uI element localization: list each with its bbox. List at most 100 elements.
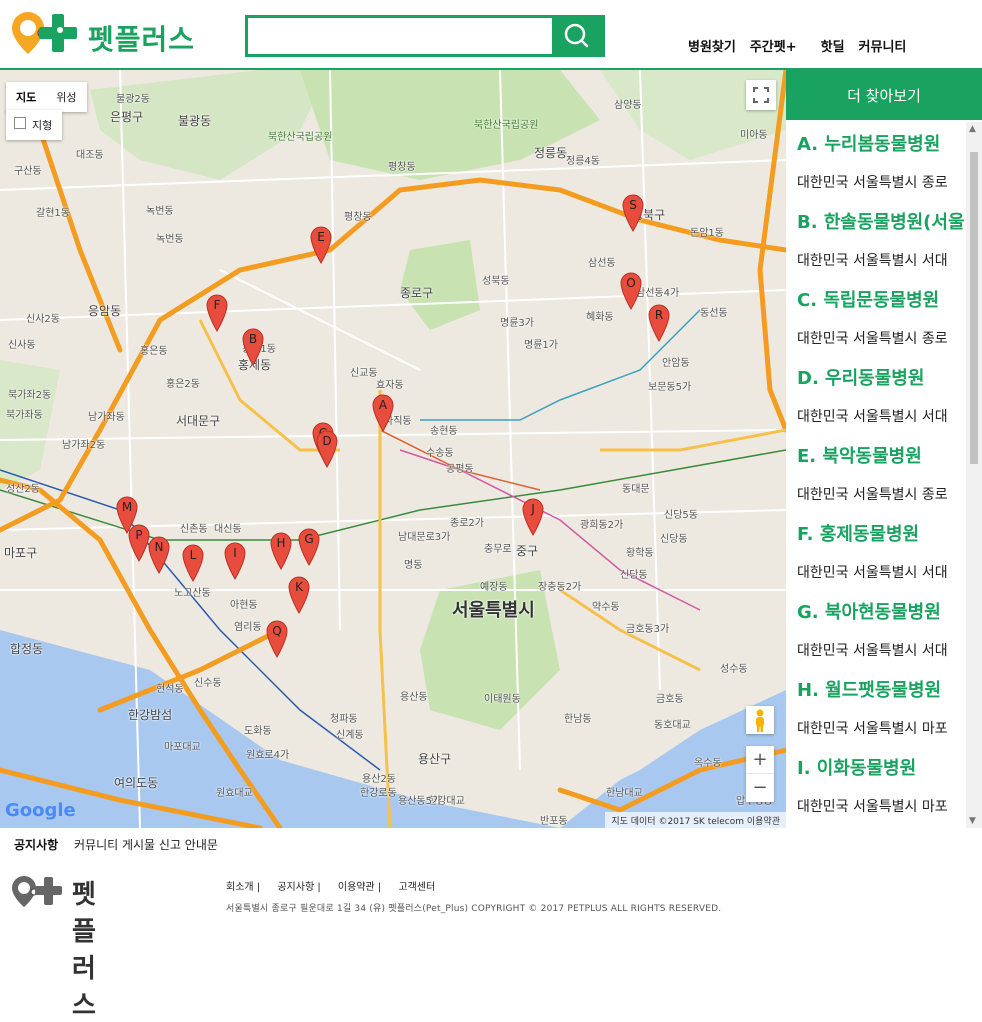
map-marker-a[interactable]: A [372,394,394,432]
search-button[interactable] [552,18,602,54]
map-marker-q[interactable]: Q [266,620,288,658]
hospital-name[interactable]: D. 우리동물병원 [786,356,966,394]
place-label: 황학동 [626,548,654,559]
map-type-map-button[interactable]: 지도 [6,82,46,112]
place-label: 남가좌동 [88,412,125,423]
place-label: 혜화동 [586,312,614,323]
place-label: 신사동 [8,340,36,351]
place-label: 동선동 [700,308,728,319]
place-label: 명동 [404,560,423,571]
map-attribution[interactable]: 지도 데이터 ©2017 SK telecom 이용약관 [605,812,786,828]
map-marker-l[interactable]: L [182,544,204,582]
header: 펫플러스 병원찾기 주간펫+ 핫딜 커뮤니티 [0,0,982,70]
map-marker-k[interactable]: K [288,576,310,614]
marker-label: B [248,332,258,346]
map-marker-h[interactable]: H [270,532,292,570]
place-label: 성산2동 [6,484,40,495]
place-label: 신촌동 [180,524,208,535]
map-marker-s[interactable]: S [622,194,644,232]
map-marker-d[interactable]: D [316,430,338,468]
google-logo[interactable]: Google [5,800,76,821]
scroll-up-arrow-icon[interactable]: ▲ [969,124,976,134]
map-marker-f[interactable]: F [206,294,228,332]
place-label: 청파동 [330,714,358,725]
place-label: 홍은동 [140,346,168,357]
place-label: 금호동 [656,694,684,705]
place-label: 마포구 [4,546,38,560]
notice-link[interactable]: 커뮤니티 게시물 신고 안내문 [74,838,218,852]
place-label: 명륜1가 [524,340,558,351]
place-label: 서울특별시 [452,600,535,621]
sidebar-title[interactable]: 더 찾아보기 [786,70,982,120]
place-label: 북가좌2동 [8,390,52,401]
terrain-label: 지형 [32,119,53,132]
sidebar-scrollbar[interactable]: ▲ ▼ [966,122,982,828]
hospital-name[interactable]: E. 북악동물병원 [786,434,966,472]
hospital-address: 대한민국 서울특별시 서대 [797,253,948,269]
map-marker-g[interactable]: G [298,528,320,566]
nav-community[interactable]: 커뮤니티 [859,36,907,55]
zoom-in-button[interactable]: + [746,746,774,774]
footer-logo[interactable]: 펫플러스 [10,874,96,1021]
pegman-icon [756,709,764,732]
scroll-down-arrow-icon[interactable]: ▼ [969,816,976,826]
map-marker-b[interactable]: B [242,328,264,366]
logo[interactable]: 펫플러스 [10,10,210,58]
terrain-toggle[interactable]: 지형 [6,110,63,140]
zoom-out-button[interactable]: − [746,774,774,802]
map-marker-p[interactable]: P [128,524,150,562]
footer-link-notice[interactable]: 공지사항 | [277,882,320,893]
place-label: 용산2동 [362,774,396,785]
marker-label: L [189,548,197,562]
map-marker-j[interactable]: J [522,498,544,536]
map-marker-r[interactable]: R [648,304,670,342]
search-input[interactable] [248,18,554,54]
map-type-satellite-button[interactable]: 위성 [46,82,86,112]
footer-copyright: 서울특별시 종로구 필운대로 1길 34 (유) 펫플러스(Pet_Plus) … [226,904,722,914]
logo-text: 펫플러스 [88,23,196,56]
scrollbar-thumb[interactable] [970,152,978,464]
search-icon [564,23,589,48]
place-label: 삼선동 [588,258,616,269]
hospital-name[interactable]: A. 누리봄동물병원 [786,122,966,160]
nav-hospital-search[interactable]: 병원찾기 [688,36,736,55]
hospital-name[interactable]: C. 독립문동물병원 [786,278,966,316]
place-label: 신수동 [194,678,222,689]
terrain-checkbox[interactable] [14,117,26,129]
marker-label: G [304,532,314,546]
place-label: 종로2가 [450,518,484,529]
place-label: 서대문구 [176,414,221,428]
marker-label: H [276,536,286,550]
map-marker-e[interactable]: E [310,226,332,264]
map[interactable]: 불광2동 은평구 불광동 대조동 구산동 녹번동 녹번동 응암동 홍은동 홍은2… [0,70,786,828]
place-label: 신교동 [350,368,378,379]
street-view-button[interactable] [746,706,774,734]
place-label: 금호동3가 [626,624,670,635]
hospital-name[interactable]: G. 북아현동물병원 [786,590,966,628]
hospital-name[interactable]: I. 이화동물병원 [786,746,966,784]
place-label: 삼선동4가 [636,288,680,299]
place-label: 신당동 [620,570,648,581]
nav-hot-deal[interactable]: 핫딜 [821,36,845,55]
place-label: 북한산국립공원 [268,132,333,143]
notice-bar: 공지사항 커뮤니티 게시물 신고 안내문 [0,828,982,862]
nav-weekly-pet[interactable]: 주간펫+ [750,36,797,55]
map-marker-o[interactable]: O [620,272,642,310]
hospital-name[interactable]: B. 한솔동물병원(서울 [786,200,966,238]
footer-link-terms[interactable]: 이용약관 | [338,882,381,893]
marker-label: Q [272,624,282,638]
footer-link-about[interactable]: 회소개 | [226,882,260,893]
map-marker-i[interactable]: I [224,542,246,580]
map-marker-n[interactable]: N [148,536,170,574]
place-label: 광희동2가 [580,520,624,531]
place-label: 약수동 [592,602,620,613]
place-label: 삼양동 [614,100,642,111]
place-label: 예장동 [480,582,508,593]
place-label: 북한산국립공원 [474,120,539,131]
place-label: 동호대교 [654,720,691,731]
hospital-name[interactable]: H. 월드팻동물병원 [786,668,966,706]
footer-logo-text: 펫플러스 [72,880,96,1021]
fullscreen-button[interactable] [746,80,776,110]
footer-link-support[interactable]: 고객센터 [398,882,435,893]
hospital-name[interactable]: F. 홍제동물병원 [786,512,966,550]
